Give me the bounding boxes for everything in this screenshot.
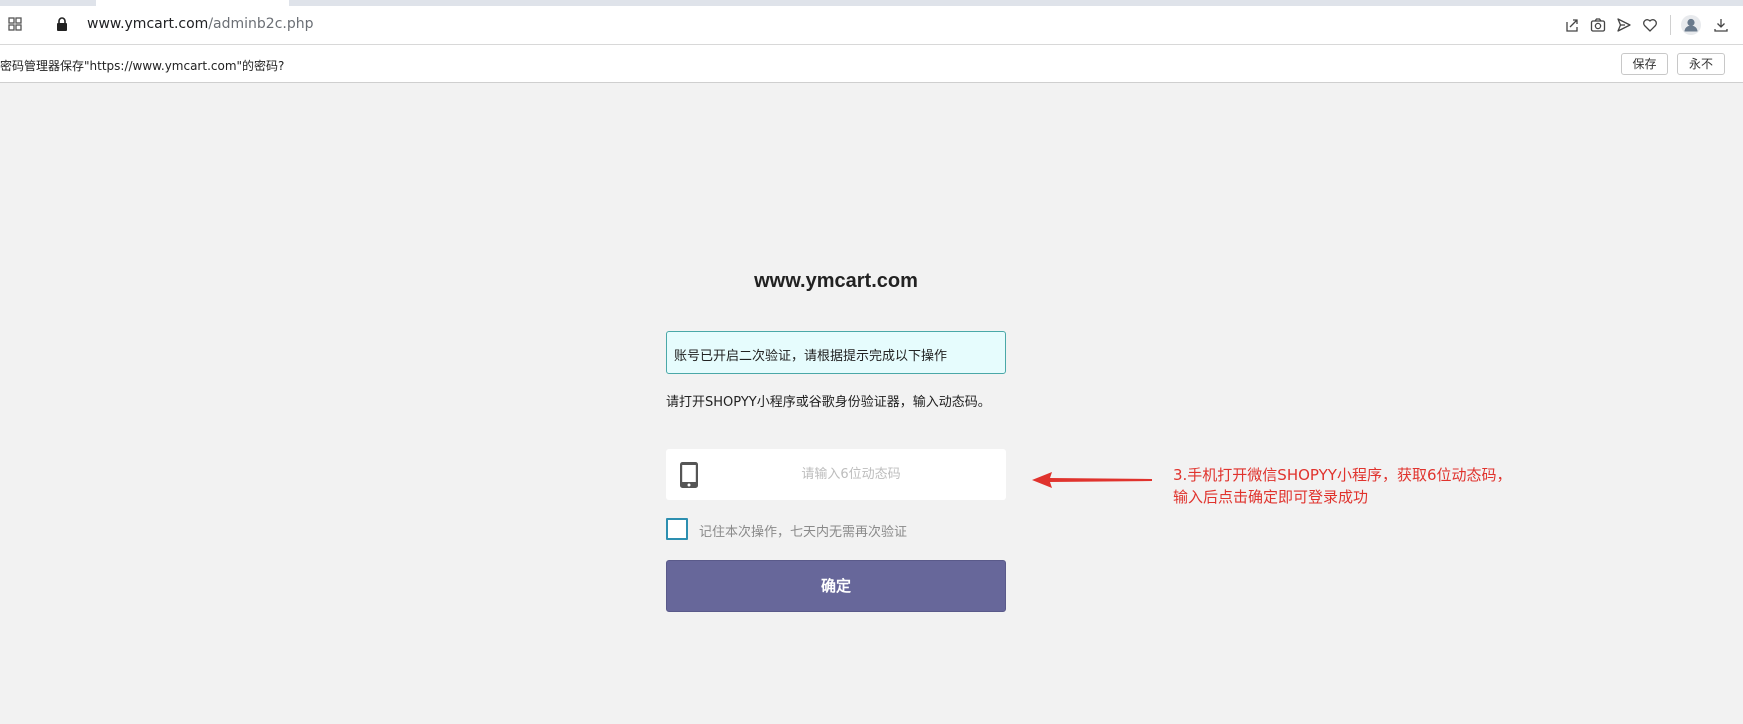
instruction-text: 请打开SHOPYY小程序或谷歌身份验证器，输入动态码。 xyxy=(666,395,991,410)
never-save-button[interactable]: 永不 xyxy=(1677,53,1725,75)
code-input[interactable] xyxy=(706,449,996,500)
url-path: /adminb2c.php xyxy=(208,16,314,32)
password-save-bar: 密码管理器保存"https://www.ymcart.com"的密码? 保存 永… xyxy=(0,45,1743,83)
camera-icon[interactable] xyxy=(1590,17,1606,33)
remember-checkbox[interactable] xyxy=(666,518,688,540)
password-save-message: 密码管理器保存"https://www.ymcart.com"的密码? xyxy=(0,59,285,73)
site-title: www.ymcart.com xyxy=(754,270,918,292)
annotation-line-2: 输入后点击确定即可登录成功 xyxy=(1173,488,1369,506)
heart-icon[interactable] xyxy=(1642,17,1658,33)
save-password-button[interactable]: 保存 xyxy=(1621,53,1668,75)
annotation-text: 3.手机打开微信SHOPYY小程序，获取6位动态码， 输入后点击确定即可登录成功 xyxy=(1173,464,1553,508)
confirm-button[interactable]: 确定 xyxy=(666,560,1006,612)
lock-icon[interactable] xyxy=(56,17,68,31)
code-input-box[interactable] xyxy=(666,449,1006,500)
apps-icon[interactable] xyxy=(8,17,22,31)
url-field[interactable]: www.ymcart.com/adminb2c.php xyxy=(87,16,313,32)
two-factor-notice: 账号已开启二次验证，请根据提示完成以下操作 xyxy=(666,331,1006,374)
address-bar: www.ymcart.com/adminb2c.php xyxy=(0,6,1743,45)
profile-icon[interactable] xyxy=(1680,14,1702,36)
send-icon[interactable] xyxy=(1616,17,1632,33)
share-icon[interactable] xyxy=(1564,17,1580,33)
remember-label: 记住本次操作，七天内无需再次验证 xyxy=(699,525,908,540)
annotation-line-1: 3.手机打开微信SHOPYY小程序，获取6位动态码， xyxy=(1173,466,1512,484)
toolbar-divider xyxy=(1670,15,1671,35)
download-icon[interactable] xyxy=(1713,17,1729,33)
phone-icon xyxy=(680,462,698,488)
url-host: www.ymcart.com xyxy=(87,16,209,32)
annotation-arrow-icon xyxy=(1032,472,1152,488)
